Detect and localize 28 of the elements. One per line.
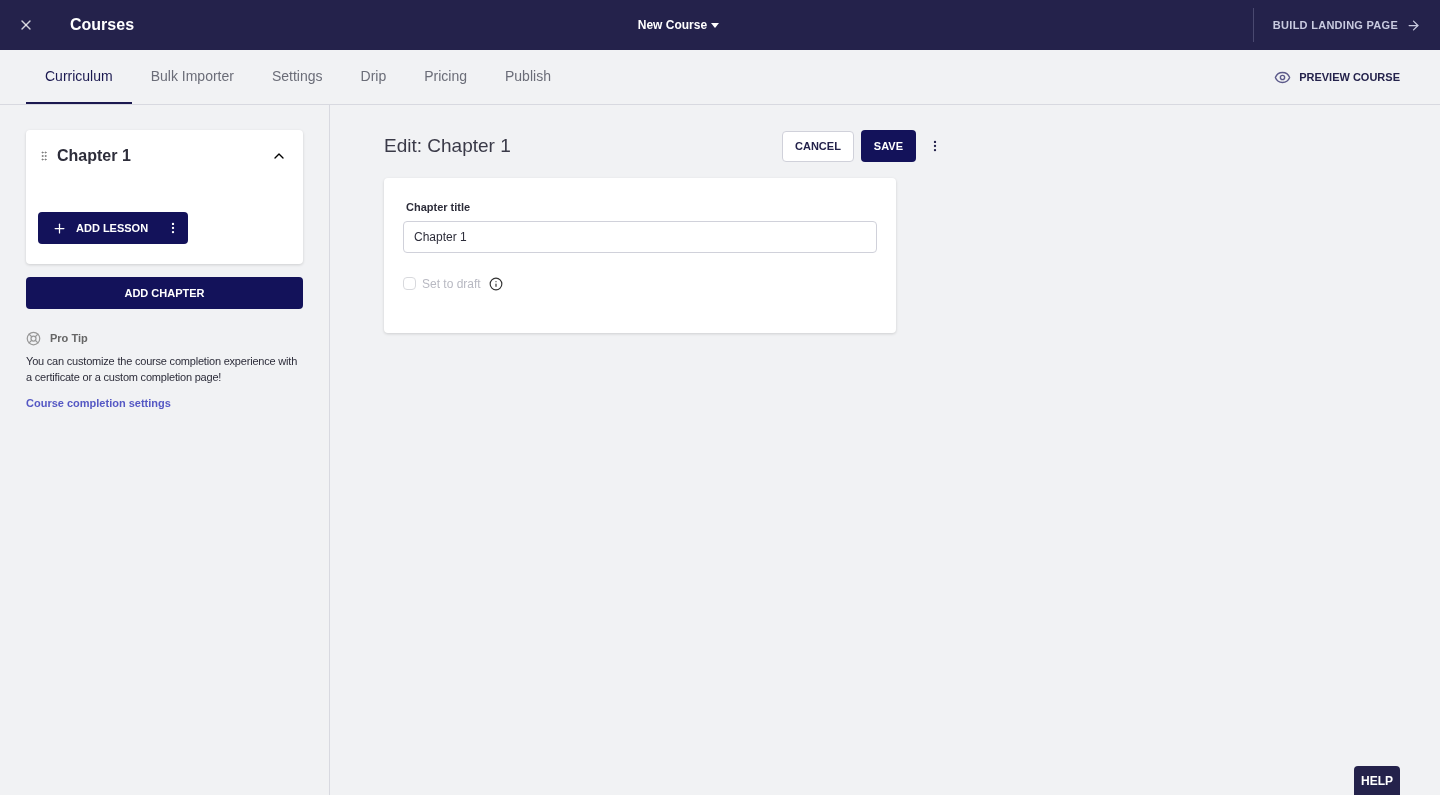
draft-label: Set to draft bbox=[422, 275, 481, 293]
tab[interactable]: Drip bbox=[341, 50, 406, 104]
editor-title: Edit: Chapter 1 bbox=[384, 133, 512, 158]
save-button[interactable]: SAVE bbox=[860, 130, 916, 162]
tab[interactable]: Settings bbox=[252, 50, 342, 104]
cancel-button[interactable]: CANCEL bbox=[782, 130, 854, 162]
chapter-title: Chapter 1 bbox=[57, 146, 132, 166]
lifebuoy-icon bbox=[26, 330, 41, 346]
info-icon[interactable] bbox=[488, 276, 503, 291]
drag-handle-icon[interactable] bbox=[38, 150, 50, 162]
caret-icon bbox=[711, 22, 720, 28]
build-landing-page-link[interactable]: BUILD LANDING PAGE bbox=[1253, 16, 1440, 34]
help-button[interactable]: HELP bbox=[1354, 766, 1400, 795]
field-label: Chapter title bbox=[406, 200, 472, 215]
arrow-right-icon bbox=[1406, 17, 1421, 33]
course-dropdown[interactable]: New Course bbox=[637, 16, 720, 34]
tab[interactable]: Bulk Importer bbox=[131, 50, 253, 104]
plus-icon bbox=[52, 220, 67, 236]
app-title: Courses bbox=[70, 15, 135, 35]
tab[interactable]: Publish bbox=[486, 50, 570, 104]
chapter-title-field[interactable]: Chapter 1 bbox=[403, 220, 877, 253]
tab[interactable]: Curriculum bbox=[26, 50, 132, 104]
course-completion-link[interactable]: Course completion settings bbox=[26, 394, 303, 411]
pro-tip-title: Pro Tip bbox=[50, 331, 88, 346]
pro-tip-text: You can customize the course completion experience with a certificate or a custom completion page! bbox=[26, 353, 299, 385]
preview-course-button[interactable]: PREVIEW COURSE bbox=[1274, 50, 1400, 104]
tab[interactable]: Pricing bbox=[405, 50, 486, 104]
add-chapter-button[interactable]: ADD CHAPTER bbox=[26, 277, 303, 309]
